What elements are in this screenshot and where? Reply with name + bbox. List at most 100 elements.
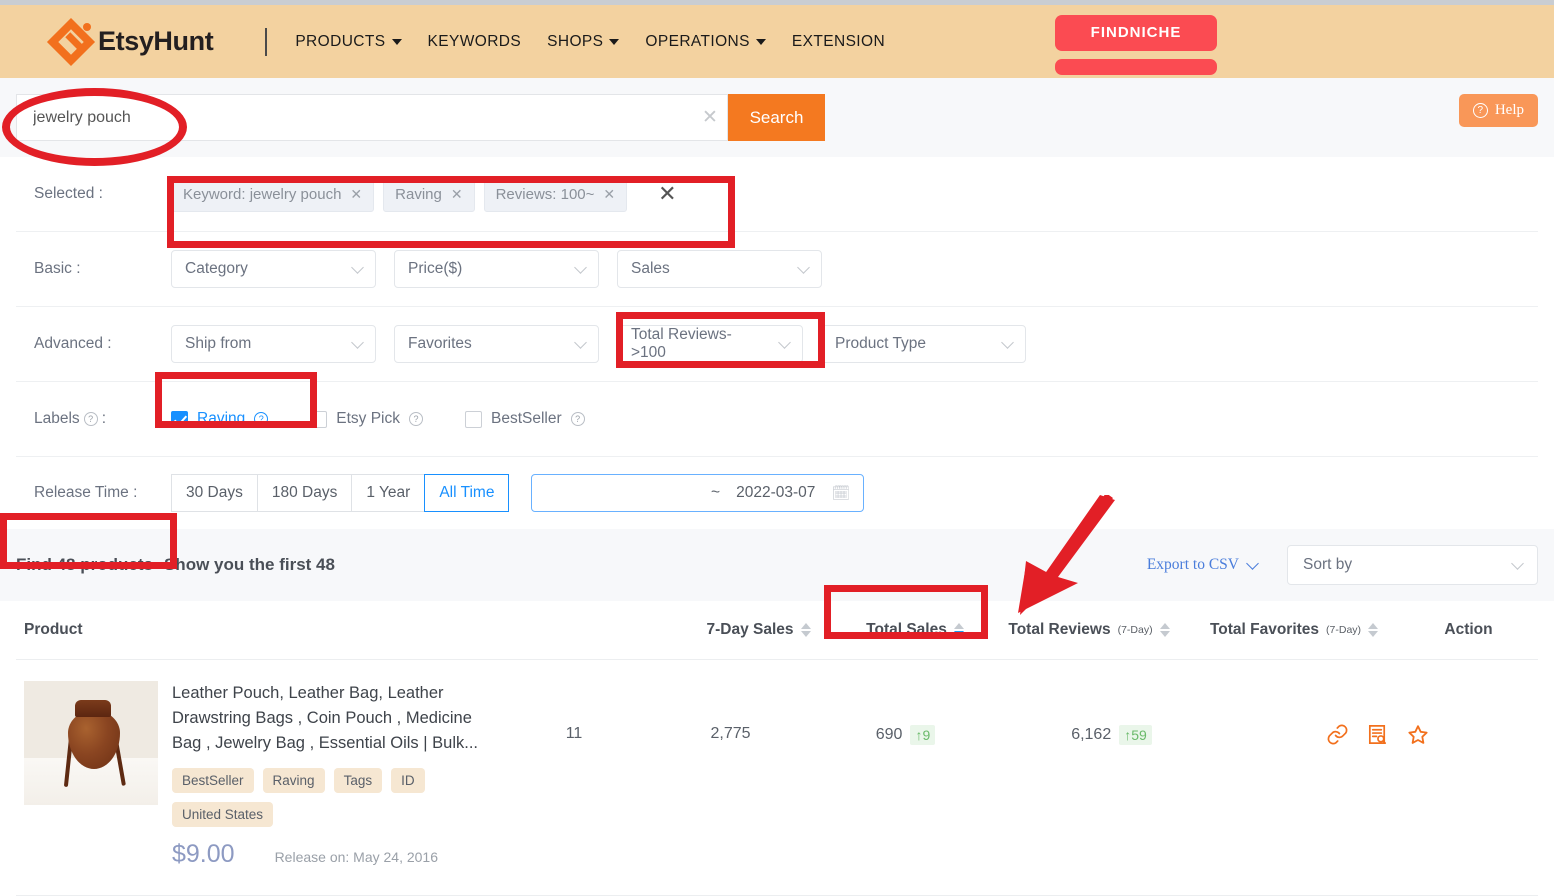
select-label: Favorites [408,335,472,352]
calendar-icon[interactable]: 🗓 [831,484,850,502]
labels-text: Labels [34,410,80,427]
question-circle-icon[interactable]: ? [570,412,585,426]
search-box: ✕ [16,94,728,141]
export-to-csv-button[interactable]: Export to CSV [1133,548,1271,582]
column-7-day-sales[interactable]: 7-Day Sales [676,621,841,639]
checkbox-raving[interactable]: Raving ? [171,410,269,428]
date-range-end: 2022-03-07 [736,484,816,501]
column-label: Total Sales [866,621,947,638]
badge-id[interactable]: ID [391,768,425,794]
findniche-badge[interactable]: FINDNICHE [1055,15,1217,75]
chevron-down-icon [778,335,791,349]
header-divider [265,27,268,56]
filter-product-type-select[interactable]: Product Type [821,325,1026,363]
column-label: Total Reviews [1008,621,1111,638]
segment-30-days[interactable]: 30 Days [171,474,257,512]
column-total-favorites[interactable]: Total Favorites (7-Day) [1189,621,1399,639]
filter-tag-keyword[interactable]: Keyword: jewelry pouch ✕ [171,176,375,212]
checkbox-label: BestSeller [490,410,562,427]
close-icon[interactable]: ✕ [603,186,615,203]
document-search-icon[interactable] [1366,723,1389,746]
column-sublabel: (7-Day) [1117,624,1153,636]
nav-label: KEYWORDS [427,32,522,50]
product-price: $9.00 [172,840,235,869]
badge-country[interactable]: United States [172,802,274,828]
filter-tag-raving[interactable]: Raving ✕ [383,176,475,212]
product-title[interactable]: Leather Pouch, Leather Bag, Leather Draw… [172,681,493,755]
checkbox-box [464,410,482,428]
filter-category-select[interactable]: Category [171,250,376,288]
search-input[interactable] [17,95,693,140]
question-circle-icon[interactable]: ? [408,412,423,426]
segment-180-days[interactable]: 180 Days [256,474,352,512]
nav-item-shops[interactable]: SHOPS [547,32,620,51]
clear-all-filters-icon[interactable]: ✕ [658,183,676,205]
nav-item-products[interactable]: PRODUCTS [295,33,402,51]
filter-sales-select[interactable]: Sales [617,250,822,288]
filter-favorites-select[interactable]: Favorites [394,325,599,363]
chevron-down-icon [351,260,364,274]
filter-price-select[interactable]: Price($) [394,250,599,288]
badge-raving[interactable]: Raving [262,768,325,794]
nav-label: EXTENSION [791,32,886,50]
nav-label: SHOPS [547,32,604,50]
site-header: EtsyHunt PRODUCTS KEYWORDS SHOPS OPERATI… [0,5,1554,78]
chevron-down-icon [574,335,587,349]
question-circle-icon[interactable]: ? [254,412,269,426]
release-time-row: Release Time : 30 Days 180 Days 1 Year A… [16,457,1538,529]
column-total-sales[interactable]: Total Sales [841,621,989,639]
segment-1-year[interactable]: 1 Year [351,474,425,512]
close-icon[interactable]: ✕ [451,186,463,203]
checkbox-etsy-pick[interactable]: Etsy Pick ? [310,410,423,428]
nav-item-operations[interactable]: OPERATIONS [645,33,766,51]
segment-all-time[interactable]: All Time [424,474,510,512]
chevron-down-icon [1511,556,1524,570]
filter-total-reviews-select[interactable]: Total Reviews->100 [617,325,803,363]
sort-by-select[interactable]: Sort by [1287,545,1538,585]
results-shown-note: Show you the first 48 [163,555,335,574]
selected-label: Selected : [34,185,103,202]
basic-filters-row: Basic : Category Price($) Sales [16,232,1538,307]
nav-item-extension[interactable]: EXTENSION [792,33,885,51]
clear-search-icon[interactable]: ✕ [693,106,727,129]
search-row: ✕ Search ? Help [0,78,1554,157]
advanced-filters-row: Advanced : Ship from Favorites Total Rev… [16,307,1538,382]
column-sublabel: (7-Day) [1326,624,1362,636]
badge-bestseller[interactable]: BestSeller [172,768,254,794]
column-total-reviews[interactable]: Total Reviews (7-Day) [989,621,1189,639]
star-icon[interactable] [1406,723,1430,747]
column-label: 7-Day Sales [706,621,794,638]
badge-tags[interactable]: Tags [333,768,383,794]
labels-colon: : [101,410,106,427]
filter-tag-reviews[interactable]: Reviews: 100~ ✕ [483,176,628,212]
sort-toggle[interactable] [1368,623,1379,637]
chevron-down-icon [391,38,402,45]
brand-logo[interactable]: EtsyHunt [46,17,214,66]
checkbox-bestseller[interactable]: BestSeller ? [464,410,585,428]
basic-label: Basic : [34,260,81,277]
help-button[interactable]: ? Help [1458,94,1538,127]
question-circle-icon[interactable]: ? [83,412,98,426]
labels-filters-row: Labels ? : Raving ? Etsy Pick ? BestSell… [16,382,1538,457]
product-thumbnail[interactable] [24,681,158,805]
sort-toggle[interactable] [1159,623,1170,637]
search-button[interactable]: Search [728,94,825,141]
sort-toggle[interactable] [953,623,964,637]
checkbox-box [310,410,328,428]
table-row: Leather Pouch, Leather Bag, Leather Draw… [16,660,1538,896]
results-count: Find 48 products [16,555,153,574]
chevron-down-icon [1001,335,1014,349]
link-icon[interactable] [1326,723,1349,746]
select-label: Product Type [835,335,927,352]
nav-item-keywords[interactable]: KEYWORDS [428,33,522,51]
sort-toggle[interactable] [800,623,811,637]
column-label: Action [1444,621,1493,638]
etsyhunt-logo-icon [46,17,96,66]
date-range-picker[interactable]: ~ 2022-03-07 🗓 [531,474,865,512]
checkbox-label: Etsy Pick [336,410,400,427]
cell-total-reviews: 690 ↑9 [806,681,1006,745]
label-checkbox-group: Raving ? Etsy Pick ? BestSeller ? [171,410,585,428]
close-icon[interactable]: ✕ [350,186,362,203]
filter-ship-from-select[interactable]: Ship from [171,325,376,363]
reviews-value: 690 [875,726,903,743]
